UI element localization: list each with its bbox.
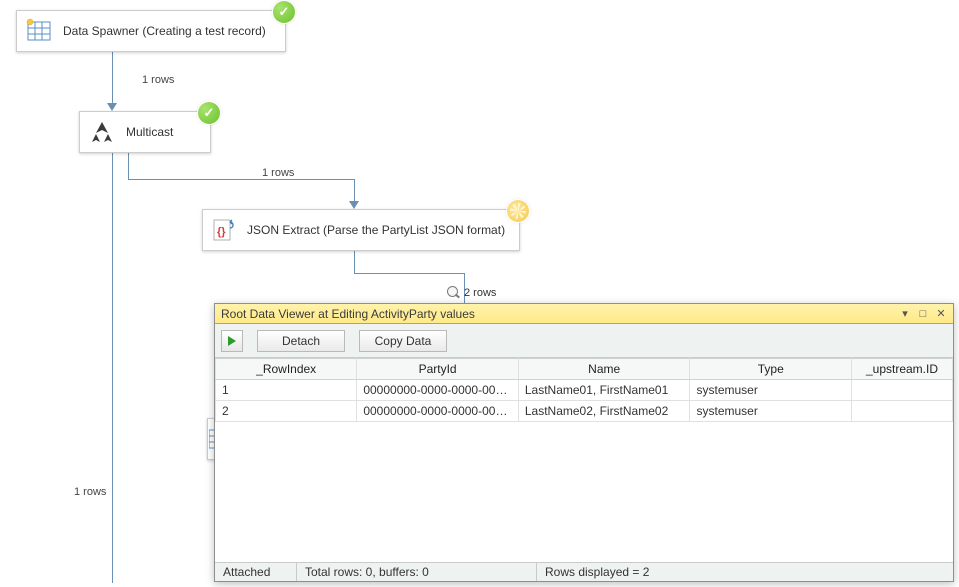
status-attached: Attached (215, 563, 297, 581)
svg-text:{}: {} (217, 226, 226, 238)
magnifier-icon (447, 286, 461, 300)
maximize-icon[interactable]: □ (915, 307, 931, 321)
data-grid[interactable]: _RowIndex PartyId Name Type _upstream.ID… (215, 358, 953, 562)
status-check-icon: ✓ (273, 1, 295, 23)
panel-title-text: Root Data Viewer at Editing ActivityPart… (221, 307, 475, 321)
grid-icon (25, 17, 53, 45)
status-busy-icon (507, 200, 529, 222)
edge-label-2: 1 rows (260, 167, 296, 179)
col-type[interactable]: Type (690, 359, 852, 380)
col-name[interactable]: Name (518, 359, 690, 380)
col-upstreamid[interactable]: _upstream.ID (852, 359, 953, 380)
panel-titlebar[interactable]: Root Data Viewer at Editing ActivityPart… (215, 304, 953, 324)
node-multicast[interactable]: Multicast ✓ (79, 111, 211, 153)
table-header-row: _RowIndex PartyId Name Type _upstream.ID (216, 359, 953, 380)
status-displayed: Rows displayed = 2 (537, 563, 953, 581)
edge-label-4: 1 rows (72, 486, 108, 498)
table-row[interactable]: 1 00000000-0000-0000-00… LastName01, Fir… (216, 380, 953, 401)
edge-label-1: 1 rows (140, 74, 176, 86)
panel-toolbar: Detach Copy Data (215, 324, 953, 358)
run-button[interactable] (221, 330, 243, 352)
json-extract-icon: {} (211, 216, 237, 244)
minimize-icon[interactable]: ▾ (897, 307, 913, 321)
col-rowindex[interactable]: _RowIndex (216, 359, 357, 380)
node-json-extract[interactable]: {} JSON Extract (Parse the PartyList JSO… (202, 209, 520, 251)
data-viewer-panel: Root Data Viewer at Editing ActivityPart… (214, 303, 954, 582)
node-label: Data Spawner (Creating a test record) (63, 24, 266, 38)
status-check-icon: ✓ (198, 102, 220, 124)
preview-row-count: 2 rows (447, 286, 496, 300)
status-totals: Total rows: 0, buffers: 0 (297, 563, 537, 581)
multicast-icon (88, 118, 116, 146)
col-partyid[interactable]: PartyId (357, 359, 519, 380)
node-data-spawner[interactable]: Data Spawner (Creating a test record) ✓ (16, 10, 286, 52)
table-row[interactable]: 2 00000000-0000-0000-00… LastName02, Fir… (216, 401, 953, 422)
status-bar: Attached Total rows: 0, buffers: 0 Rows … (215, 562, 953, 581)
detach-button[interactable]: Detach (257, 330, 345, 352)
node-label: JSON Extract (Parse the PartyList JSON f… (247, 223, 505, 237)
copy-data-button[interactable]: Copy Data (359, 330, 447, 352)
close-icon[interactable]: ✕ (933, 307, 949, 321)
node-label: Multicast (126, 125, 173, 139)
